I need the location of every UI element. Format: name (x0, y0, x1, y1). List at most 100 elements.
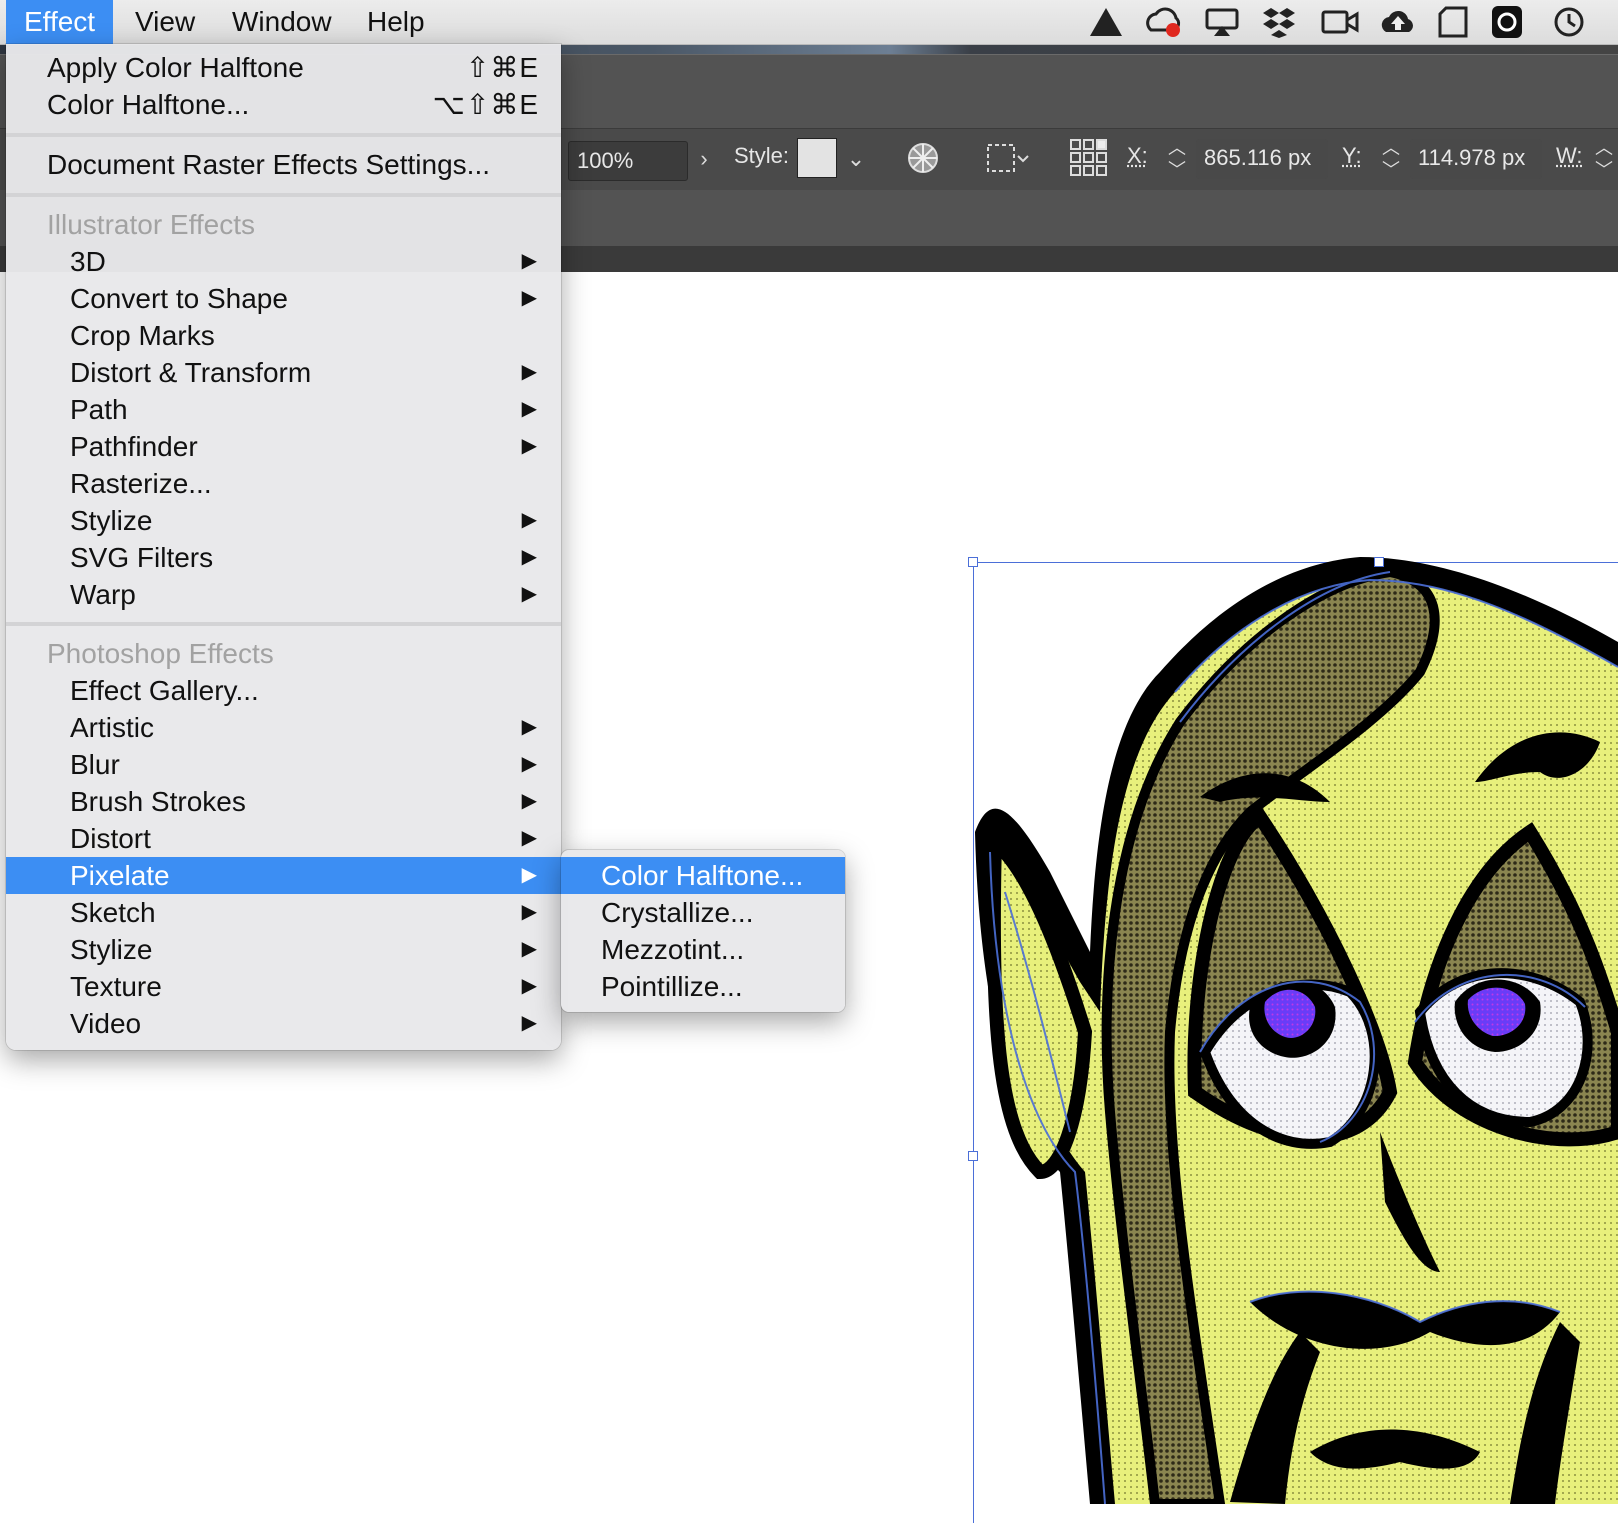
menu-item-label: 3D (70, 246, 106, 277)
submenu-arrow-icon: ▶ (521, 546, 537, 568)
menu-item-label: Mezzotint... (601, 934, 745, 965)
sd-card-icon[interactable] (1436, 4, 1476, 40)
cloud-upload-icon[interactable] (1378, 4, 1418, 40)
menu-item-label: Texture (70, 971, 162, 1002)
menu-item-sketch[interactable]: Sketch ▶ (6, 894, 561, 931)
isolate-icon[interactable] (984, 141, 1032, 177)
menu-item-label: Sketch (70, 897, 156, 928)
dropbox-icon[interactable] (1261, 4, 1301, 40)
time-machine-icon[interactable] (1548, 4, 1588, 40)
menu-item-warp[interactable]: Warp ▶ (6, 576, 561, 613)
menu-item-label: Apply Color Halftone (47, 52, 304, 83)
submenu-arrow-icon: ▶ (521, 398, 537, 420)
app-icon[interactable] (1487, 4, 1527, 40)
effect-menu: Apply Color Halftone ⇧⌘E Color Halftone.… (6, 44, 561, 1050)
menu-item-video[interactable]: Video ▶ (6, 1005, 561, 1042)
menu-item-label: Video (70, 1008, 142, 1039)
menu-item-path[interactable]: Path ▶ (6, 391, 561, 428)
menu-item-artistic[interactable]: Artistic ▶ (6, 709, 561, 746)
menu-item-svg-filters[interactable]: SVG Filters ▶ (6, 539, 561, 576)
menu-item-label: Warp (70, 579, 136, 610)
x-label: X: (1127, 143, 1148, 168)
resize-handle-left[interactable] (968, 1151, 978, 1161)
submenu-item-pointillize[interactable]: Pointillize... (561, 968, 845, 1005)
menu-item-label: Distort & Transform (70, 357, 312, 388)
menu-window[interactable]: Window (214, 0, 350, 44)
x-field[interactable]: 865.116 px (1196, 139, 1328, 179)
facetime-icon[interactable] (1320, 4, 1360, 40)
menu-item-label: Effect Gallery... (70, 675, 259, 706)
opacity-field[interactable]: 100% (568, 141, 688, 181)
submenu-arrow-icon: ▶ (521, 864, 537, 886)
x-stepper[interactable]: ︿ ﹀ (1162, 137, 1192, 183)
menu-item-texture[interactable]: Texture ▶ (6, 968, 561, 1005)
menu-separator (6, 622, 561, 626)
menu-item-label: Brush Strokes (70, 786, 246, 817)
menu-item-rasterize[interactable]: Rasterize... (6, 465, 561, 502)
resize-handle-top-left[interactable] (968, 557, 978, 567)
y-stepper[interactable]: ︿ ﹀ (1376, 137, 1406, 183)
menu-item-color-halftone[interactable]: Color Halftone... ⌥⇧⌘E (6, 86, 561, 123)
chevron-down-icon[interactable]: ⌄ (844, 139, 868, 179)
menu-item-distort-transform[interactable]: Distort & Transform ▶ (6, 354, 561, 391)
illustrator-effects-header: Illustrator Effects (6, 206, 561, 243)
menu-item-label: Artistic (70, 712, 154, 743)
submenu-item-mezzotint[interactable]: Mezzotint... (561, 931, 845, 968)
menu-item-document-raster-effects-settings[interactable]: Document Raster Effects Settings... (6, 146, 561, 183)
menu-item-brush-strokes[interactable]: Brush Strokes ▶ (6, 783, 561, 820)
photoshop-effects-header: Photoshop Effects (6, 635, 561, 672)
submenu-arrow-icon: ▶ (521, 975, 537, 997)
resize-handle-top[interactable] (1374, 557, 1384, 567)
y-field[interactable]: 114.978 px (1410, 139, 1542, 179)
chevron-right-icon[interactable]: › (692, 139, 716, 179)
menu-item-label: Pixelate (70, 860, 170, 891)
submenu-arrow-icon: ▶ (521, 287, 537, 309)
menu-item-blur[interactable]: Blur ▶ (6, 746, 561, 783)
menu-item-label: Stylize (70, 505, 153, 536)
menu-item-label: Document Raster Effects Settings... (47, 149, 491, 180)
menu-bar: Effect View Window Help (0, 0, 1618, 45)
w-label: W: (1556, 143, 1583, 168)
menu-item-label: Stylize (70, 934, 153, 965)
menu-item-crop-marks[interactable]: Crop Marks (6, 317, 561, 354)
menu-item-apply-color-halftone[interactable]: Apply Color Halftone ⇧⌘E (6, 49, 561, 86)
reference-point-icon[interactable] (1068, 137, 1110, 179)
menu-item-label: Crop Marks (70, 320, 215, 351)
menu-item-label: Crystallize... (601, 897, 754, 928)
creative-cloud-icon[interactable] (1143, 4, 1183, 40)
submenu-arrow-icon: ▶ (521, 716, 537, 738)
menu-item-distort[interactable]: Distort ▶ (6, 820, 561, 857)
menu-help[interactable]: Help (349, 0, 443, 44)
google-drive-icon[interactable] (1086, 4, 1126, 40)
recolor-artwork-icon[interactable] (906, 141, 940, 175)
submenu-arrow-icon: ▶ (521, 753, 537, 775)
y-label: Y: (1342, 143, 1362, 168)
menu-item-label: Pointillize... (601, 971, 743, 1002)
airplay-icon[interactable] (1202, 4, 1242, 40)
menu-item-stylize-photoshop[interactable]: Stylize ▶ (6, 931, 561, 968)
menu-item-label: Path (70, 394, 128, 425)
menu-item-convert-to-shape[interactable]: Convert to Shape ▶ (6, 280, 561, 317)
submenu-item-crystallize[interactable]: Crystallize... (561, 894, 845, 931)
menu-item-stylize[interactable]: Stylize ▶ (6, 502, 561, 539)
menu-effect[interactable]: Effect (6, 0, 114, 44)
pixelate-submenu: Color Halftone... Crystallize... Mezzoti… (561, 850, 845, 1012)
menu-item-pathfinder[interactable]: Pathfinder ▶ (6, 428, 561, 465)
submenu-item-color-halftone[interactable]: Color Halftone... (561, 857, 845, 894)
menu-item-label: Color Halftone... (47, 89, 250, 120)
shortcut-label: ⌥⇧⌘E (432, 89, 539, 120)
w-stepper[interactable]: ︿ ﹀ (1592, 137, 1616, 183)
menu-item-label: Blur (70, 749, 120, 780)
submenu-arrow-icon: ▶ (521, 250, 537, 272)
menu-item-label: Rasterize... (70, 468, 212, 499)
submenu-arrow-icon: ▶ (521, 790, 537, 812)
menu-item-label: Convert to Shape (70, 283, 288, 314)
style-swatch[interactable] (797, 138, 837, 178)
submenu-arrow-icon: ▶ (521, 583, 537, 605)
style-label: Style: (734, 143, 790, 168)
menu-view[interactable]: View (117, 0, 213, 44)
menu-item-effect-gallery[interactable]: Effect Gallery... (6, 672, 561, 709)
submenu-arrow-icon: ▶ (521, 361, 537, 383)
menu-item-pixelate[interactable]: Pixelate ▶ (6, 857, 561, 894)
menu-item-3d[interactable]: 3D ▶ (6, 243, 561, 280)
